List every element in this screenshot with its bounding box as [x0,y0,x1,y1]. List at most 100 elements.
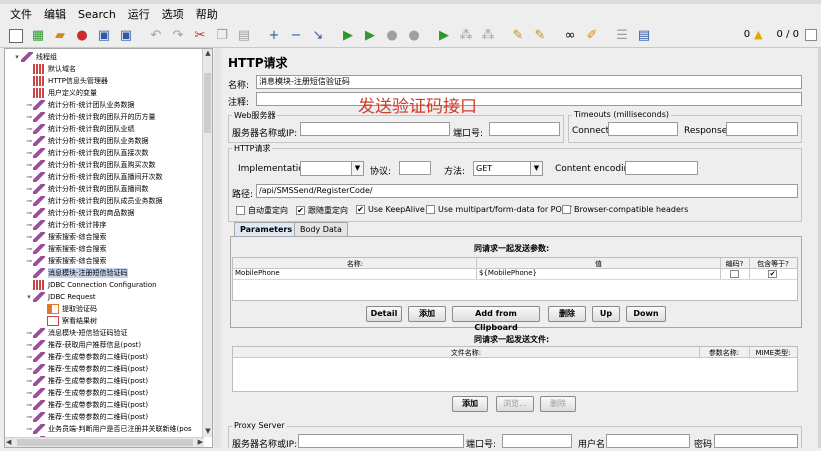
detail-button[interactable]: Detail [366,306,402,322]
tree-node[interactable]: ⊸ 推荐-生成带参数的二维码(post) [25,363,148,375]
tree-toggle-icon[interactable]: ⊸ [25,353,33,361]
protocol-field[interactable] [399,161,431,175]
checkbox-checked-icon[interactable]: ✔ [356,205,365,214]
tree-toggle-icon[interactable]: ⊸ [25,101,33,109]
proxy-server-field[interactable] [298,434,464,448]
tree-node[interactable]: 察看结果树 [39,315,97,327]
proxy-username-field[interactable] [606,434,690,448]
reset-search-icon[interactable]: ✐ [582,26,602,46]
add-parameter-button[interactable]: 添加 [408,306,446,322]
undo-icon[interactable]: ↶ [146,26,166,46]
menu-help[interactable]: 帮助 [190,6,224,22]
method-select[interactable]: GET ▼ [473,161,543,176]
option-checkbox[interactable]: ✔ Use KeepAlive [356,205,425,214]
expand-icon[interactable]: + [264,26,284,46]
warning-icon[interactable]: ▲ [754,28,762,41]
response-timeout-field[interactable] [726,122,798,136]
port-field[interactable] [489,122,560,136]
tree-toggle-icon[interactable]: ⊸ [25,185,33,193]
tree-toggle-icon[interactable]: ⊸ [25,413,33,421]
tree-node[interactable]: ⊸ 业务员端-判断用户是否已注册并关联新维(pos [25,423,192,435]
connect-timeout-field[interactable] [608,122,678,136]
tree-node[interactable]: ⊸ 推荐-生成带参数的二维码(post) [25,411,148,423]
toggle-icon[interactable]: ↘ [308,26,328,46]
tree-node[interactable]: ⊸ 统计分析-统计我的团队直播间数 [25,183,149,195]
tree-node[interactable]: ⊸ 统计分析-统计我的团队直购买次数 [25,159,156,171]
menu-options[interactable]: 选项 [156,6,190,22]
checkbox-unchecked-icon[interactable] [562,205,571,214]
help-icon[interactable]: ▤ [634,26,654,46]
start-icon[interactable]: ▶ [338,26,358,46]
option-checkbox[interactable]: ✔ 跟随重定向 [296,205,348,216]
add-from-clipboard-button[interactable]: Add from Clipboard [452,306,540,332]
copy-icon[interactable]: ❐ [212,26,232,46]
delete-file-button[interactable]: 删除 [540,396,576,412]
scroll-down-arrow-icon[interactable]: ▼ [203,427,212,437]
tree-node[interactable]: 默认域名 [25,63,76,75]
remote-shutdown-icon[interactable]: ⁂ [478,26,498,46]
clear-all-icon[interactable]: ✎ [530,26,550,46]
hscroll-thumb[interactable] [17,439,193,446]
param-value-cell[interactable]: ${MobilePhone} [479,269,537,277]
tree-node[interactable]: ⊸ 推荐-获取用户推荐信息(post) [25,339,141,351]
shutdown-icon[interactable]: ● [404,26,424,46]
tree-toggle-icon[interactable]: ⊸ [25,341,33,349]
option-checkbox[interactable]: Use multipart/form-data for POST [426,205,572,214]
start-no-pause-icon[interactable]: ▶ [360,26,380,46]
tree-toggle-icon[interactable]: ⊸ [25,365,33,373]
tree-node[interactable]: ⊸ 统计分析-统计我的商品数据 [25,207,135,219]
cut-icon[interactable]: ✂ [190,26,210,46]
param-name-cell[interactable]: MobilePhone [235,269,280,277]
tree-node[interactable]: ⊸ 统计分析-统计我的团队成员业务数据 [25,195,163,207]
collapse-icon[interactable]: − [286,26,306,46]
clear-icon[interactable]: ✎ [508,26,528,46]
templates-icon[interactable]: ▦ [28,26,48,46]
tree-toggle-icon[interactable]: ⊸ [25,329,33,337]
add-file-button[interactable]: 添加 [452,396,488,412]
comment-field[interactable] [256,92,802,106]
tree-node[interactable]: 消息模块-注册短信验证码 [25,267,128,279]
option-checkbox[interactable]: 自动重定向 [236,205,288,216]
remote-start-icon[interactable]: ▶ [434,26,454,46]
paste-icon[interactable]: ▤ [234,26,254,46]
close-file-icon[interactable]: ● [72,26,92,46]
tree-node[interactable]: ⊸ 统计分析-统计排序 [25,219,107,231]
split-pane-divider[interactable] [214,48,221,448]
tree-node[interactable]: ⊸ 推荐-生成带参数的二维码(post) [25,351,148,363]
tree-vertical-scrollbar[interactable]: ▲ ▼ [202,49,212,437]
scroll-thumb[interactable] [204,73,211,133]
new-file-icon[interactable] [6,26,26,46]
tree-toggle-icon[interactable]: ⊸ [25,257,33,265]
checkbox-checked-icon[interactable]: ✔ [296,206,305,215]
stop-icon[interactable]: ● [382,26,402,46]
tree-toggle-icon[interactable]: ⊸ [25,245,33,253]
tree-toggle-icon[interactable]: ⊸ [25,197,33,205]
tree-toggle-icon[interactable]: ▾ [25,293,33,301]
content-encoding-field[interactable] [625,161,698,175]
tree-node[interactable]: ⊸ 消息模块-短信验证码验证 [25,327,128,339]
tree-toggle-icon[interactable]: ⊸ [25,401,33,409]
tree-node[interactable]: ⊸ 推荐-生成带参数的二维码(post) [25,375,148,387]
browse-file-button[interactable]: 浏览... [496,396,534,412]
open-folder-icon[interactable]: ▰ [50,26,70,46]
tree-toggle-icon[interactable]: ⊸ [25,137,33,145]
tree-toggle-icon[interactable]: ⊸ [25,389,33,397]
tree-node[interactable]: ▾ JDBC Request [25,291,96,303]
include-equals-checkbox[interactable]: ✔ [768,270,777,278]
tree-node[interactable]: ⊸ 搜索搜索-综合搜索 [25,243,107,255]
menu-file[interactable]: 文件 [4,6,38,22]
menu-run[interactable]: 运行 [122,6,156,22]
tree-toggle-icon[interactable]: ⊸ [25,209,33,217]
server-name-field[interactable] [300,122,450,136]
delete-parameter-button[interactable]: 删除 [548,306,586,322]
tree-node[interactable]: 提取验证码 [39,303,97,315]
tree-toggle-icon[interactable]: ⊸ [25,161,33,169]
tree-node[interactable]: ⊸ 统计分析-统计团队业务数据 [25,99,135,111]
encode-checkbox[interactable] [730,270,739,278]
tree-toggle-icon[interactable]: ⊸ [25,233,33,241]
scroll-left-arrow-icon[interactable]: ◀ [6,438,11,446]
tab-body-data[interactable]: Body Data [294,222,348,236]
tree-toggle-icon[interactable]: ⊸ [25,113,33,121]
implementation-select[interactable]: ▼ [300,161,364,176]
menu-edit[interactable]: 编辑 [38,6,72,22]
